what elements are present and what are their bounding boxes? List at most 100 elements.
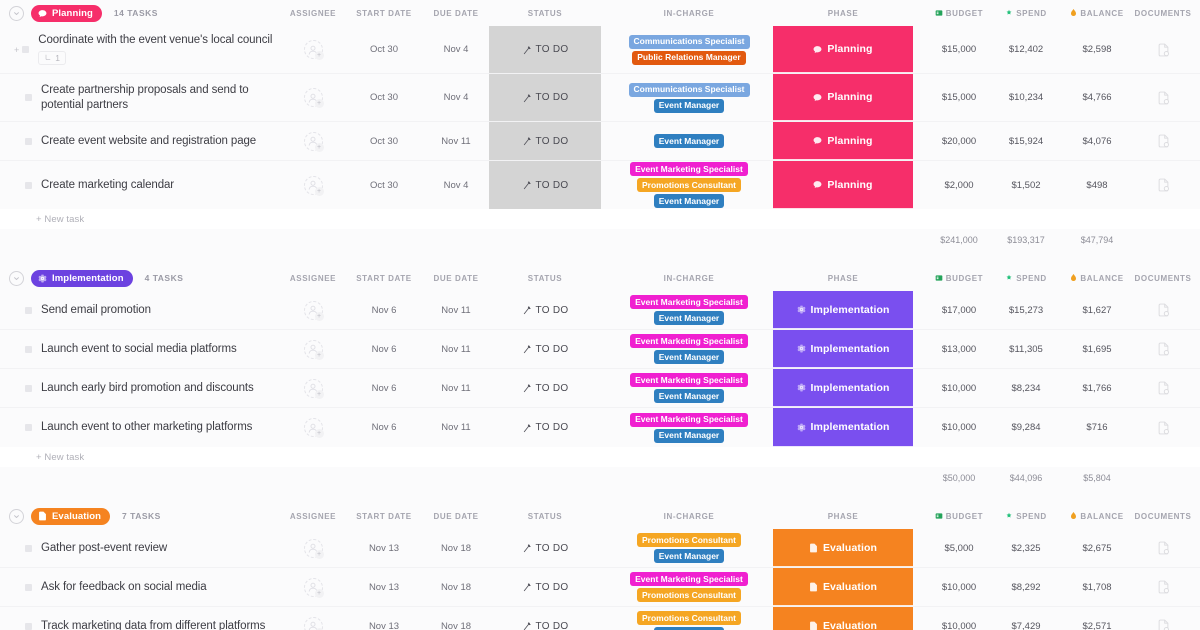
avatar[interactable]: + <box>304 301 323 320</box>
document-icon[interactable] <box>1157 43 1170 57</box>
document-icon[interactable] <box>1157 342 1170 356</box>
avatar[interactable]: + <box>304 418 323 437</box>
phase-cell[interactable]: Evaluation <box>773 529 913 567</box>
table-row[interactable]: Launch event to social media platforms+N… <box>0 330 1200 369</box>
avatar[interactable]: + <box>304 88 323 107</box>
in-charge-cell[interactable]: Event Marketing SpecialistEvent Manager <box>615 330 763 368</box>
budget-cell[interactable]: $10,000 <box>920 408 998 447</box>
in-charge-tag[interactable]: Promotions Consultant <box>637 533 741 547</box>
start-date-cell[interactable]: Nov 6 <box>345 408 423 447</box>
spend-cell[interactable]: $12,402 <box>990 26 1062 73</box>
drag-handle[interactable] <box>25 307 32 314</box>
due-date-cell[interactable]: Nov 4 <box>420 26 492 73</box>
phase-cell[interactable]: Evaluation <box>773 607 913 630</box>
task-name-cell[interactable]: +Coordinate with the event venue's local… <box>14 26 290 73</box>
column-header-start[interactable]: START DATE <box>345 503 423 529</box>
documents-cell[interactable] <box>1130 122 1196 160</box>
spend-cell[interactable]: $8,292 <box>990 568 1062 606</box>
column-header-assignee[interactable]: ASSIGNEE <box>292 265 334 291</box>
add-assignee-icon[interactable]: + <box>315 351 324 360</box>
spend-cell[interactable]: $8,234 <box>990 369 1062 407</box>
in-charge-cell[interactable]: Event Marketing SpecialistPromotions Con… <box>615 568 763 606</box>
balance-cell[interactable]: $2,675 <box>1058 529 1136 567</box>
in-charge-tag[interactable]: Promotions Consultant <box>637 611 741 625</box>
status-cell[interactable]: TO DO <box>489 369 601 407</box>
drag-handle[interactable] <box>25 584 32 591</box>
avatar[interactable]: + <box>304 40 323 59</box>
due-date-cell[interactable]: Nov 11 <box>420 408 492 447</box>
documents-cell[interactable] <box>1130 607 1196 630</box>
budget-cell[interactable]: $5,000 <box>920 529 998 567</box>
spend-cell[interactable]: $15,273 <box>990 291 1062 329</box>
assignee-cell[interactable]: + <box>292 408 334 447</box>
avatar[interactable]: + <box>304 539 323 558</box>
assignee-cell[interactable]: + <box>292 568 334 606</box>
task-name-cell[interactable]: Ask for feedback on social media <box>14 568 290 606</box>
phase-cell[interactable]: Planning <box>773 161 913 209</box>
balance-cell[interactable]: $2,598 <box>1058 26 1136 73</box>
add-assignee-icon[interactable]: + <box>315 429 324 438</box>
column-header-spend[interactable]: SPEND <box>990 265 1062 291</box>
budget-cell[interactable]: $10,000 <box>920 369 998 407</box>
assignee-cell[interactable]: + <box>292 26 334 73</box>
spend-cell[interactable]: $10,234 <box>990 74 1062 121</box>
documents-cell[interactable] <box>1130 408 1196 447</box>
in-charge-tag[interactable]: Event Manager <box>654 350 724 364</box>
due-date-cell[interactable]: Nov 4 <box>420 161 492 209</box>
column-header-budget[interactable]: BUDGET <box>920 503 998 529</box>
column-header-budget[interactable]: BUDGET <box>920 0 998 26</box>
column-header-start[interactable]: START DATE <box>345 0 423 26</box>
column-header-status[interactable]: STATUS <box>489 503 601 529</box>
balance-cell[interactable]: $1,708 <box>1058 568 1136 606</box>
in-charge-tag[interactable]: Public Relations Manager <box>632 51 745 65</box>
start-date-cell[interactable]: Nov 6 <box>345 291 423 329</box>
in-charge-tag[interactable]: Event Manager <box>654 134 724 148</box>
task-name-cell[interactable]: Gather post-event review <box>14 529 290 567</box>
column-header-documents[interactable]: DOCUMENTS <box>1130 503 1196 529</box>
avatar[interactable]: + <box>304 617 323 630</box>
column-header-due[interactable]: DUE DATE <box>420 0 492 26</box>
document-icon[interactable] <box>1157 421 1170 435</box>
balance-cell[interactable]: $4,766 <box>1058 74 1136 121</box>
start-date-cell[interactable]: Nov 13 <box>345 607 423 630</box>
assignee-cell[interactable]: + <box>292 291 334 329</box>
phase-cell[interactable]: Implementation <box>773 291 913 329</box>
drag-handle[interactable] <box>25 138 32 145</box>
document-icon[interactable] <box>1157 541 1170 555</box>
in-charge-cell[interactable]: Event Marketing SpecialistEvent Manager <box>615 291 763 329</box>
in-charge-tag[interactable]: Event Manager <box>654 99 724 113</box>
task-name-cell[interactable]: Send email promotion <box>14 291 290 329</box>
add-assignee-icon[interactable]: + <box>315 390 324 399</box>
start-date-cell[interactable]: Oct 30 <box>345 26 423 73</box>
assignee-cell[interactable]: + <box>292 122 334 160</box>
column-header-budget[interactable]: BUDGET <box>920 265 998 291</box>
column-header-due[interactable]: DUE DATE <box>420 503 492 529</box>
column-header-spend[interactable]: SPEND <box>990 0 1062 26</box>
column-header-balance[interactable]: BALANCE <box>1058 503 1136 529</box>
column-header-incharge[interactable]: IN-CHARGE <box>615 0 763 26</box>
budget-cell[interactable]: $15,000 <box>920 74 998 121</box>
table-row[interactable]: Create event website and registration pa… <box>0 122 1200 161</box>
table-row[interactable]: Launch early bird promotion and discount… <box>0 369 1200 408</box>
column-header-balance[interactable]: BALANCE <box>1058 0 1136 26</box>
documents-cell[interactable] <box>1130 330 1196 368</box>
status-cell[interactable]: TO DO <box>489 291 601 329</box>
status-cell[interactable]: TO DO <box>489 607 601 630</box>
column-header-phase[interactable]: PHASE <box>773 265 913 291</box>
task-name-cell[interactable]: Track marketing data from different plat… <box>14 607 290 630</box>
in-charge-tag[interactable]: Event Marketing Specialist <box>630 413 748 427</box>
balance-cell[interactable]: $1,766 <box>1058 369 1136 407</box>
balance-cell[interactable]: $1,695 <box>1058 330 1136 368</box>
in-charge-tag[interactable]: Event Marketing Specialist <box>630 572 748 586</box>
avatar[interactable]: + <box>304 578 323 597</box>
budget-cell[interactable]: $15,000 <box>920 26 998 73</box>
balance-cell[interactable]: $2,571 <box>1058 607 1136 630</box>
document-icon[interactable] <box>1157 134 1170 148</box>
phase-cell[interactable]: Implementation <box>773 369 913 407</box>
in-charge-tag[interactable]: Event Marketing Specialist <box>630 162 748 176</box>
budget-cell[interactable]: $10,000 <box>920 568 998 606</box>
balance-cell[interactable]: $1,627 <box>1058 291 1136 329</box>
budget-cell[interactable]: $13,000 <box>920 330 998 368</box>
in-charge-cell[interactable]: Promotions ConsultantEvent Manager <box>615 529 763 567</box>
drag-handle[interactable] <box>25 545 32 552</box>
